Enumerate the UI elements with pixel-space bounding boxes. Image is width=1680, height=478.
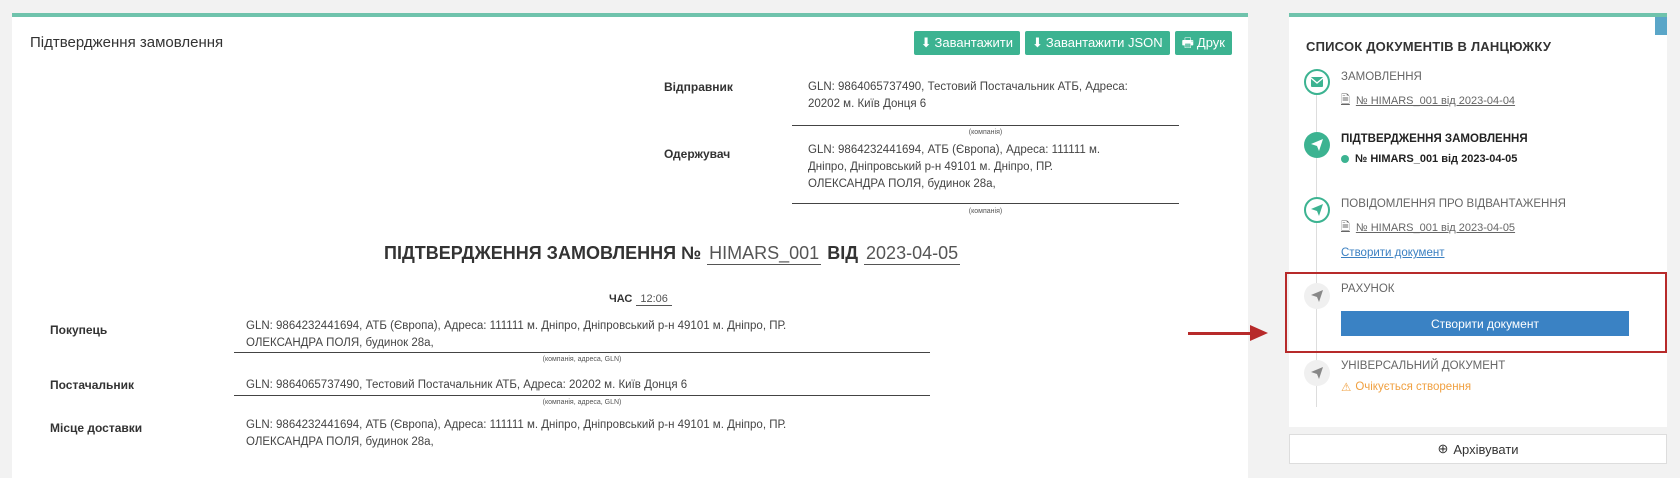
sender-label: Відправник [664, 80, 733, 94]
document-icon: 🗎 [1341, 221, 1350, 233]
doc-date: 2023-04-05 [864, 243, 961, 265]
divider [234, 395, 930, 396]
paper-plane-icon [1304, 197, 1330, 223]
step-shipment-title: ПОВІДОМЛЕННЯ ПРО ВІДВАНТАЖЕННЯ [1341, 198, 1566, 210]
step-confirmation-current: № HIMARS_001 від 2023-04-05 [1341, 153, 1517, 165]
sidebar-title: СПИСОК ДОКУМЕНТІВ В ЛАНЦЮЖКУ [1306, 39, 1552, 54]
divider [234, 352, 930, 353]
supplier-label: Постачальник [50, 378, 134, 392]
paper-plane-icon [1304, 132, 1330, 158]
document-icon: 🗎 [1341, 94, 1350, 106]
step-universal-status: ⚠ Очікується створення [1341, 381, 1472, 394]
supplier-caption: (компанія, адреса, GLN) [542, 399, 622, 406]
sender-value: GLN: 9864065737490, Тестовий Постачальни… [808, 81, 1128, 110]
print-button[interactable]: 🖶 Друк [1174, 31, 1232, 55]
divider [792, 203, 1179, 204]
step-order-link[interactable]: 🗎 № HIMARS_001 від 2023-04-04 [1341, 91, 1515, 110]
archive-button[interactable]: ⊕ Архівувати [1289, 434, 1667, 464]
warning-icon: ⚠ [1341, 382, 1352, 394]
receiver-caption: (компанія) [968, 208, 1003, 215]
step-shipment-link[interactable]: 🗎 № HIMARS_001 від 2023-04-05 [1341, 218, 1515, 237]
doc-time: ЧАС 12:06 [609, 293, 672, 306]
annotation-highlight-box [1285, 272, 1667, 353]
supplier-value: GLN: 9864065737490, Тестовий Постачальни… [246, 379, 688, 391]
step-order-title: ЗАМОВЛЕННЯ [1341, 71, 1422, 83]
delivery-label: Місце доставки [50, 421, 143, 435]
doc-number: HIMARS_001 [707, 243, 822, 265]
time-value: 12:06 [636, 293, 672, 306]
panel-title: Підтвердження замовлення [30, 34, 224, 51]
buyer-value: GLN: 9864232441694, АТБ (Європа), Адреса… [246, 320, 787, 349]
paper-plane-icon [1304, 360, 1330, 386]
divider [792, 125, 1179, 126]
corner-tab[interactable] [1655, 17, 1667, 35]
delivery-value: GLN: 9864232441694, АТБ (Європа), Адреса… [246, 419, 787, 448]
receiver-value: GLN: 9864232441694, АТБ (Європа), Адреса… [808, 144, 1101, 190]
annotation-arrow [1188, 332, 1252, 335]
print-icon: 🖶 [1181, 35, 1194, 50]
download-button[interactable]: ⬇ Завантажити [913, 31, 1020, 55]
document-chain-sidebar: СПИСОК ДОКУМЕНТІВ В ЛАНЦЮЖКУ ЗАМОВЛЕННЯ … [1289, 13, 1667, 427]
sender-caption: (компанія) [968, 129, 1003, 136]
download-icon: ⬇ [920, 35, 932, 50]
step-universal-title: УНІВЕРСАЛЬНИЙ ДОКУМЕНТ [1341, 360, 1506, 372]
plus-circle-icon: ⊕ [1437, 441, 1449, 456]
create-shipment-link[interactable]: Створити документ [1341, 247, 1444, 259]
step-confirmation-title: ПІДТВЕРДЖЕННЯ ЗАМОВЛЕННЯ [1341, 133, 1528, 145]
annotation-arrow-head [1250, 325, 1268, 341]
doc-from: ВІД [827, 243, 859, 263]
document-panel: Підтвердження замовлення ⬇ Завантажити ⬇… [12, 13, 1248, 478]
download-json-button[interactable]: ⬇ Завантажити JSON [1024, 31, 1170, 55]
toolbar: ⬇ Завантажити ⬇ Завантажити JSON 🖶 Друк [913, 31, 1232, 55]
doc-title-prefix: ПІДТВЕРДЖЕННЯ ЗАМОВЛЕННЯ № [384, 243, 702, 263]
download-icon: ⬇ [1031, 35, 1043, 50]
buyer-label: Покупець [50, 323, 108, 337]
receiver-label: Одержувач [664, 147, 731, 161]
envelope-icon [1304, 69, 1330, 95]
current-dot-icon [1341, 155, 1349, 163]
document-title: ПІДТВЕРДЖЕННЯ ЗАМОВЛЕННЯ № HIMARS_001 ВІ… [384, 243, 961, 265]
buyer-caption: (компанія, адреса, GLN) [542, 356, 622, 363]
